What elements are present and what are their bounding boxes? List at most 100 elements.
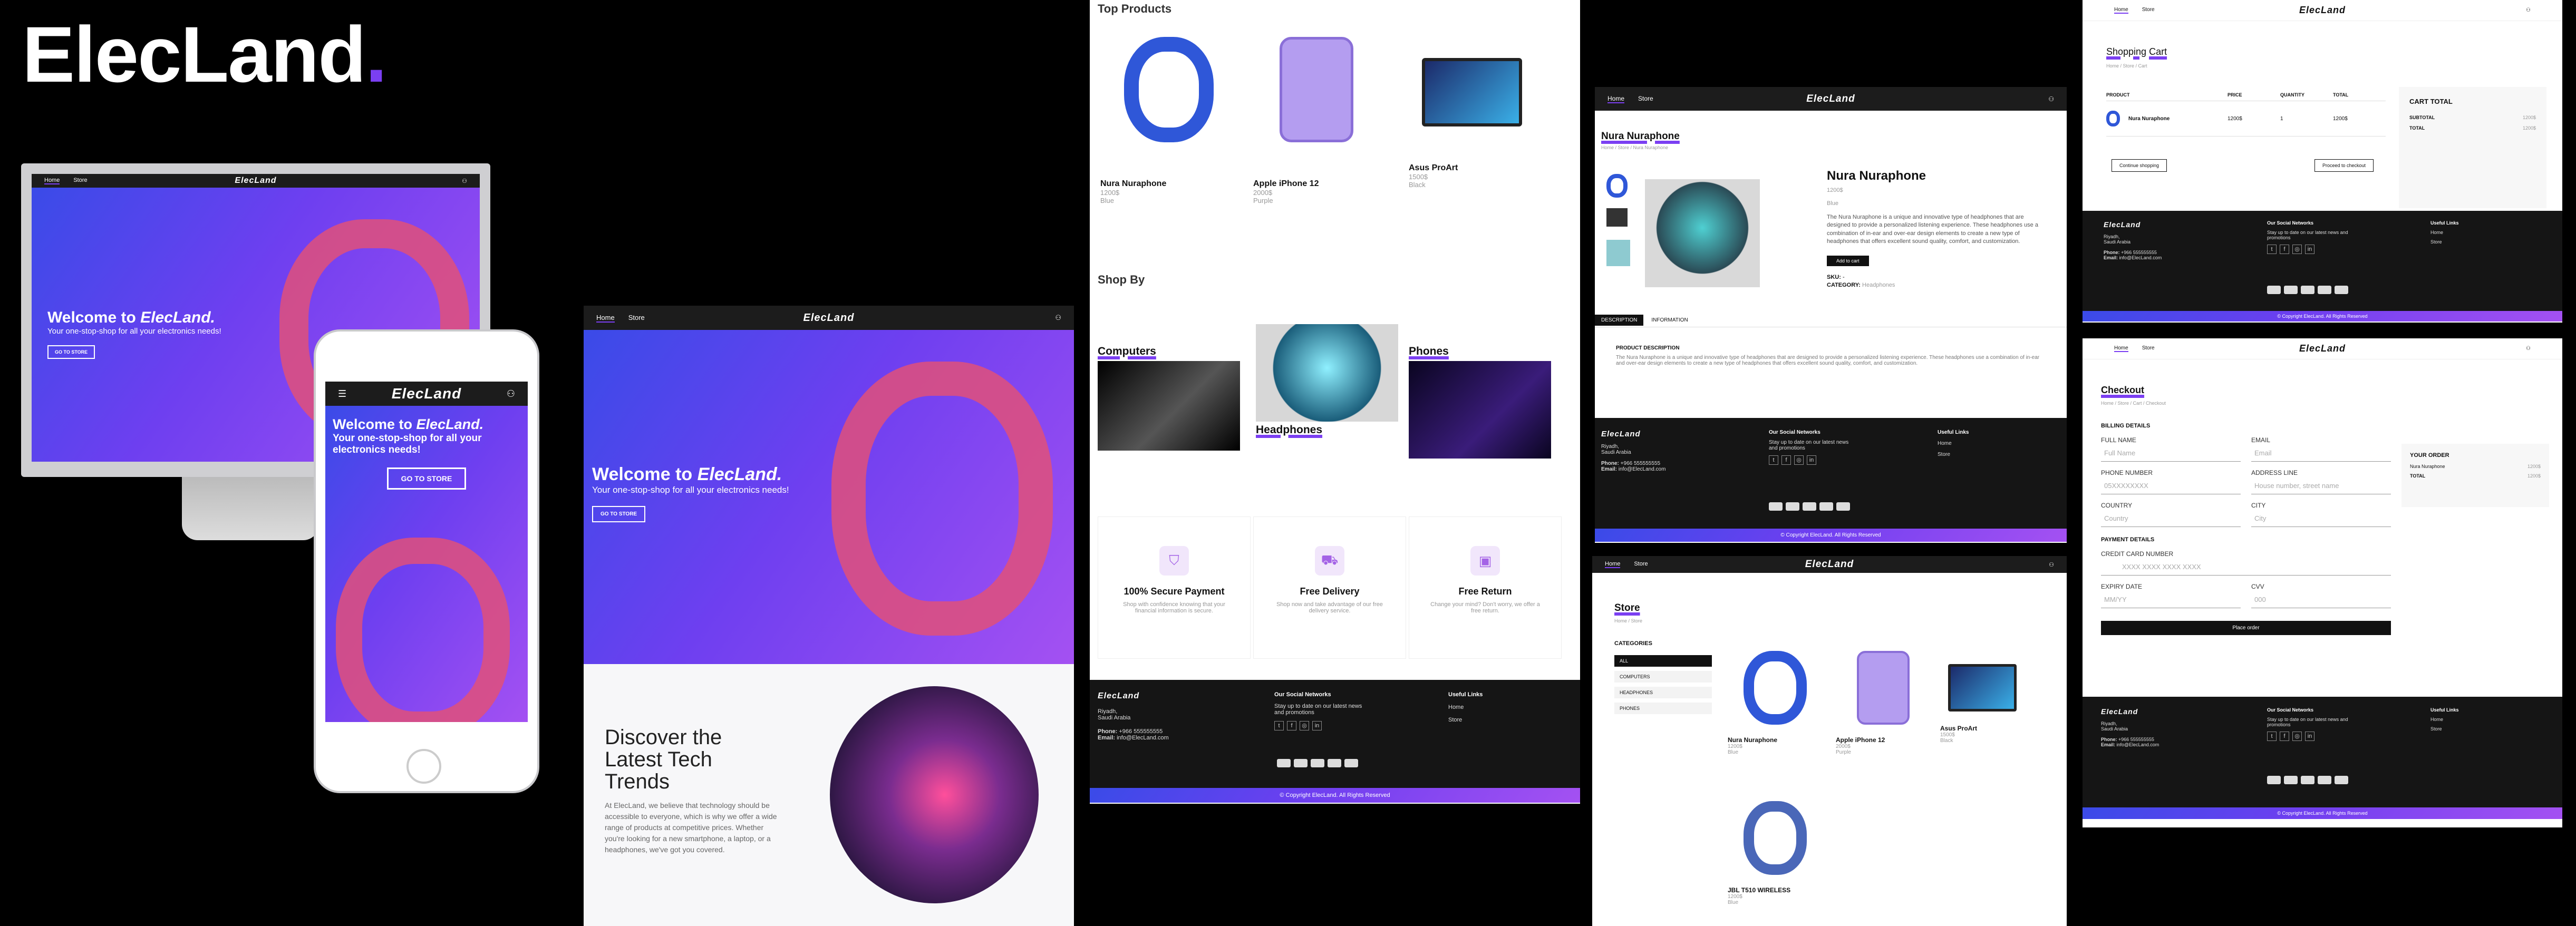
category-headphones[interactable]: HEADPHONES [1614, 687, 1712, 698]
country-input[interactable]: Country [2101, 509, 2241, 527]
city-input[interactable]: City [2251, 509, 2391, 527]
twitter-icon[interactable]: t [2267, 732, 2277, 741]
store-item[interactable]: Nura Nuraphone 1200$ Blue [1728, 651, 1828, 755]
add-to-cart-button[interactable]: Add to cart [1827, 256, 1869, 266]
card-number-input[interactable]: XXXX XXXX XXXX XXXX [2101, 558, 2391, 576]
links-title: Useful Links [1448, 691, 1483, 698]
footer-link-home[interactable]: Home [2430, 230, 2459, 235]
linkedin-icon[interactable]: in [1807, 455, 1816, 465]
continue-shopping-button[interactable]: Continue shopping [2112, 159, 2167, 172]
nav-logo[interactable]: ElecLand [2252, 5, 2394, 16]
hero-subtitle: Your one-stop-shop for all your electron… [47, 327, 221, 336]
user-icon[interactable]: ⚇ [908, 314, 1061, 322]
nav-home[interactable]: Home [44, 177, 60, 184]
tab-description[interactable]: DESCRIPTION [1595, 315, 1644, 326]
nav-home[interactable]: Home [2114, 7, 2128, 14]
footer-link-store[interactable]: Store [2430, 239, 2459, 245]
email-input[interactable]: Email [2251, 444, 2391, 462]
twitter-icon[interactable]: t [2267, 245, 2277, 254]
phone-navbar: ☰ ElecLand ⚇ [325, 382, 528, 406]
headphones-blue-icon [1124, 37, 1214, 142]
store-item[interactable]: Apple iPhone 12 2000$ Purple [1836, 651, 1936, 755]
category-computers[interactable]: Computers [1098, 345, 1240, 451]
nav-home[interactable]: Home [1607, 95, 1625, 103]
nav-store[interactable]: Store [1638, 95, 1653, 102]
category-phones[interactable]: Phones [1409, 345, 1551, 459]
product-color: Purple [1253, 197, 1273, 204]
footer-link-store[interactable]: Store [1938, 452, 1969, 457]
linkedin-icon[interactable]: in [1312, 721, 1322, 730]
product-price: 2000$ [1253, 189, 1273, 197]
cvv-input[interactable]: 000 [2251, 590, 2391, 608]
nav-home[interactable]: Home [596, 314, 615, 323]
twitter-icon[interactable]: t [1769, 455, 1778, 465]
nav-store[interactable]: Store [1634, 561, 1648, 567]
product-card[interactable]: Nura Nuraphone 1200$ Blue [1100, 37, 1237, 204]
instagram-icon[interactable]: ◎ [1300, 721, 1309, 730]
category-phones[interactable]: PHONES [1614, 703, 1712, 714]
menu-icon[interactable]: ☰ [338, 388, 373, 399]
facebook-icon[interactable]: f [2280, 245, 2289, 254]
linkedin-icon[interactable]: in [2305, 732, 2314, 741]
user-icon[interactable]: ⚇ [2393, 7, 2531, 13]
product-card[interactable]: Asus ProArt 1500$ Black [1409, 37, 1546, 189]
nav-logo[interactable]: ElecLand [750, 312, 908, 324]
place-order-button[interactable]: Place order [2101, 621, 2391, 635]
headphones-image [831, 362, 1053, 636]
phone-input[interactable]: 05XXXXXXXX [2101, 476, 2241, 494]
mastercard-icon [1294, 759, 1308, 767]
facebook-icon[interactable]: f [1287, 721, 1296, 730]
store-navbar: Home Store ElecLand ⚇ [1592, 556, 2067, 573]
nav-logo[interactable]: ElecLand [1755, 93, 1907, 105]
hero-cta-button[interactable]: GO TO STORE [592, 506, 646, 522]
quantity-input[interactable]: 1 [2280, 116, 2333, 122]
instagram-icon[interactable]: ◎ [1794, 455, 1804, 465]
user-icon[interactable]: ⚇ [480, 388, 515, 399]
nav-logo[interactable]: ElecLand [1753, 559, 1906, 570]
nav-store[interactable]: Store [2142, 7, 2155, 13]
nav-logo[interactable]: ElecLand [184, 176, 328, 186]
category-computers[interactable]: COMPUTERS [1614, 671, 1712, 683]
user-icon[interactable]: ⚇ [2393, 346, 2531, 352]
facebook-icon[interactable]: f [2280, 732, 2289, 741]
address-input[interactable]: House number, street name [2251, 476, 2391, 494]
nav-home[interactable]: Home [2114, 345, 2128, 352]
hero-subtitle: Your one-stop-shop for all your electron… [333, 433, 482, 455]
thumbnail[interactable] [1606, 208, 1628, 227]
tab-information[interactable]: INFORMATION [1645, 315, 1694, 326]
social-text: Stay up to date on our latest news and p… [1274, 703, 1362, 716]
instagram-icon[interactable]: ◎ [2292, 245, 2302, 254]
twitter-icon[interactable]: t [1274, 721, 1284, 730]
facebook-icon[interactable]: f [1781, 455, 1791, 465]
nav-home[interactable]: Home [1605, 561, 1621, 568]
expiry-input[interactable]: MM/YY [2101, 590, 2241, 608]
phone-logo[interactable]: ElecLand [373, 385, 480, 402]
hero-cta-button[interactable]: GO TO STORE [386, 467, 467, 490]
instagram-icon[interactable]: ◎ [2292, 732, 2302, 741]
nav-store[interactable]: Store [2142, 345, 2155, 351]
store-item[interactable]: JBL T510 WIRELESS 1200$ Blue [1728, 801, 1828, 905]
hero-cta-button[interactable]: GO TO STORE [47, 345, 95, 359]
category-all[interactable]: ALL [1614, 655, 1712, 667]
user-icon[interactable]: ⚇ [1906, 95, 2054, 103]
product-card[interactable]: Apple iPhone 12 2000$ Purple [1253, 37, 1390, 204]
full-name-input[interactable]: Full Name [2101, 444, 2241, 462]
thumbnail[interactable] [1606, 240, 1630, 266]
category-headphones[interactable]: Headphones [1256, 324, 1398, 436]
product-color: Blue [1100, 197, 1115, 204]
checkout-button[interactable]: Proceed to checkout [2314, 159, 2374, 172]
user-icon[interactable]: ⚇ [327, 178, 467, 184]
nav-logo[interactable]: ElecLand [2252, 343, 2394, 354]
footer-link-store[interactable]: Store [1448, 717, 1483, 723]
nav-store[interactable]: Store [628, 314, 645, 321]
footer-link-home[interactable]: Home [1938, 441, 1969, 446]
thumbnail[interactable] [1606, 174, 1628, 198]
nav-store[interactable]: Store [73, 177, 87, 183]
footer-link-store[interactable]: Store [2430, 726, 2459, 732]
user-icon[interactable]: ⚇ [1906, 561, 2054, 568]
monitor-stand [182, 477, 319, 540]
linkedin-icon[interactable]: in [2305, 245, 2314, 254]
store-item[interactable]: Asus ProArt 1500$ Black [1940, 651, 2040, 744]
footer-link-home[interactable]: Home [1448, 704, 1483, 710]
footer-link-home[interactable]: Home [2430, 717, 2459, 722]
